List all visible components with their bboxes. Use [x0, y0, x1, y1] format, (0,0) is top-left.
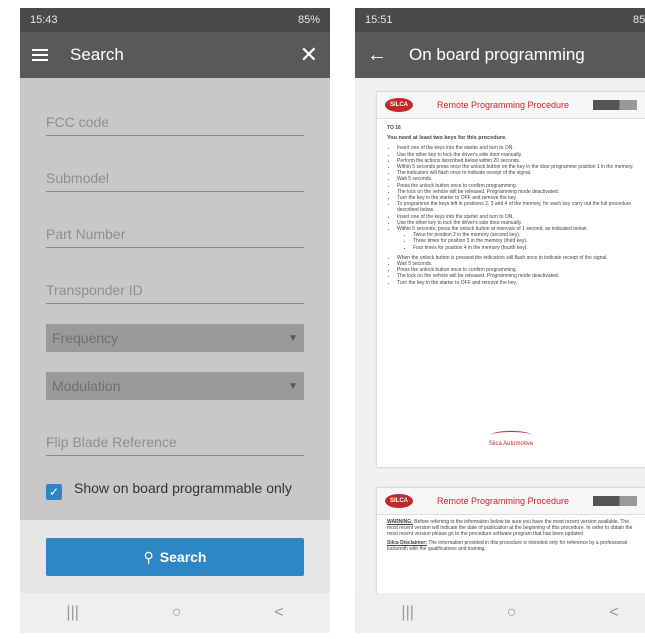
fcc-code-field[interactable]: FCC code	[46, 106, 304, 136]
page-header: SILCA Remote Programming Procedure	[377, 92, 645, 119]
home-button[interactable]: ○	[172, 604, 182, 622]
document-page: SILCA Remote Programming Procedure TO 16…	[377, 92, 645, 467]
procedure-title: Remote Programming Procedure	[436, 100, 570, 110]
page-footer: Silca Automotive	[377, 431, 645, 447]
status-bar: 15:43 85%	[20, 8, 330, 32]
back-button[interactable]: <	[609, 604, 618, 622]
search-form: FCC code Submodel Part Number Transponde…	[20, 78, 330, 520]
status-time: 15:43	[30, 14, 58, 26]
chevron-down-icon: ▼	[288, 332, 298, 344]
status-bar: 15:51 85%	[355, 8, 645, 32]
partner-logo	[593, 100, 637, 110]
submodel-field[interactable]: Submodel	[46, 162, 304, 192]
warning-text: Before referring to the information belo…	[387, 519, 633, 537]
modulation-select[interactable]: Modulation ▼	[46, 372, 304, 400]
page-header: SILCA Remote Programming Procedure	[377, 488, 645, 515]
status-battery: 85%	[297, 14, 320, 26]
recents-button[interactable]: |||	[66, 604, 78, 622]
modulation-select-value: Modulation	[52, 378, 121, 394]
frequency-select[interactable]: Frequency ▼	[46, 324, 304, 352]
back-arrow-icon[interactable]: ←	[367, 45, 387, 65]
list-item: Turn the key in the starter to OFF and r…	[397, 280, 635, 286]
transponder-id-field[interactable]: Transponder ID	[46, 274, 304, 304]
flip-blade-field[interactable]: Flip Blade Reference	[46, 426, 304, 456]
recents-button[interactable]: |||	[401, 604, 413, 622]
procedure-title: Remote Programming Procedure	[436, 496, 570, 506]
model-code: TO 16	[387, 125, 401, 131]
footer-brand: Silca Automotive	[488, 441, 534, 447]
list-item: To programme the keys left in positions …	[397, 201, 635, 213]
partner-logo	[593, 496, 637, 506]
chevron-down-icon: ▼	[288, 380, 298, 392]
silca-logo: SILCA	[385, 98, 413, 112]
status-time: 15:51	[365, 14, 393, 26]
part-number-field[interactable]: Part Number	[46, 218, 304, 248]
app-bar: ← On board programming	[355, 32, 645, 78]
onboard-checkbox-label: Show on board programmable only	[74, 480, 292, 496]
step-list-after: When the unlock button is pressed the in…	[387, 255, 635, 286]
search-screen: 15:43 85% Search ✕ FCC code Submodel Par…	[20, 8, 330, 633]
list-item: When the unlock button is pressed the in…	[397, 255, 635, 261]
app-bar: Search ✕	[20, 32, 330, 78]
footer-logo-swoosh	[491, 431, 531, 439]
onboard-checkbox-row[interactable]: ✓ Show on board programmable only	[46, 480, 304, 500]
onboard-programming-screen: 15:51 85% ← On board programming SILCA R…	[355, 8, 645, 633]
home-button[interactable]: ○	[507, 604, 517, 622]
system-nav-bar: ||| ○ <	[20, 593, 330, 633]
status-battery: 85%	[632, 14, 645, 26]
document-viewer[interactable]: SILCA Remote Programming Procedure TO 16…	[355, 78, 645, 593]
back-button[interactable]: <	[274, 604, 283, 622]
page-title: Search	[70, 45, 124, 64]
warning-body: WARNING: Before referring to the informa…	[377, 515, 645, 556]
requirement-text: You need at least two keys for this proc…	[387, 135, 507, 142]
search-button-label: Search	[159, 549, 207, 565]
page-title: On board programming	[409, 45, 585, 64]
onboard-checkbox[interactable]: ✓	[46, 484, 62, 500]
step-list: Insert one of the keys into the starter …	[387, 145, 635, 232]
system-nav-bar: ||| ○ <	[355, 593, 645, 633]
search-icon: ⚲	[143, 548, 154, 565]
close-icon[interactable]: ✕	[300, 44, 318, 66]
procedure-body: TO 16 You need at least two keys for thi…	[377, 119, 645, 292]
search-button[interactable]: ⚲ Search	[46, 538, 304, 576]
document-page: SILCA Remote Programming Procedure WARNI…	[377, 488, 645, 593]
silca-logo: SILCA	[385, 494, 413, 508]
list-item: Four times for position 4 in the memory …	[413, 245, 635, 251]
frequency-select-value: Frequency	[52, 330, 119, 346]
sub-step-list: Twice for position 2 in the memory (seco…	[387, 232, 635, 251]
menu-icon[interactable]	[32, 49, 48, 61]
